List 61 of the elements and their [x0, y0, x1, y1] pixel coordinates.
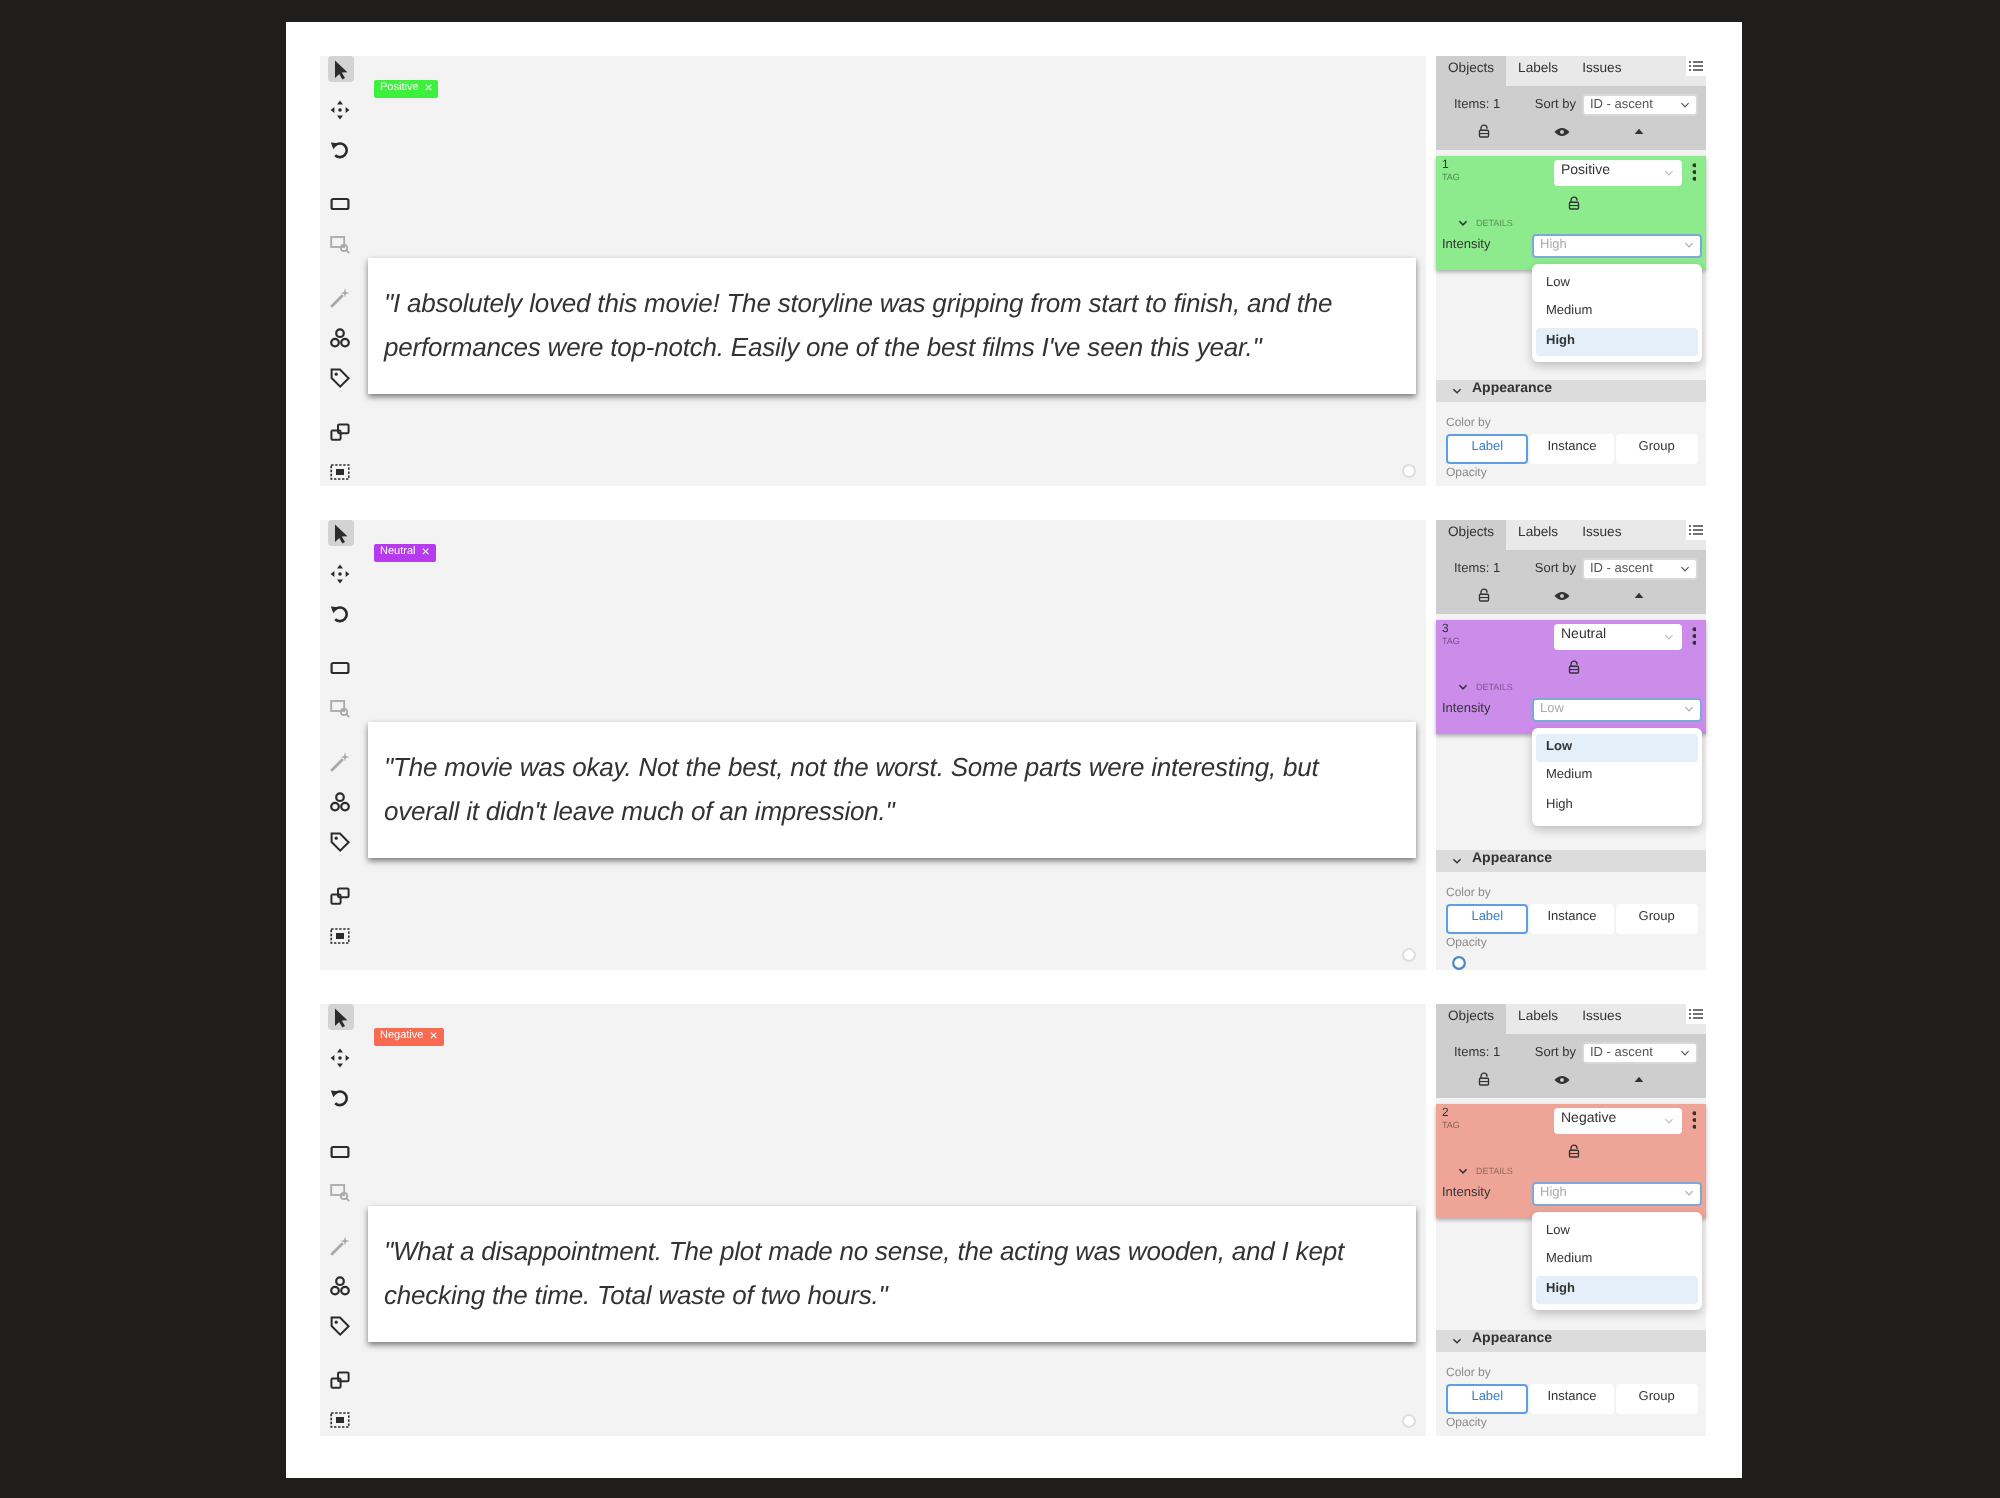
three-circles-icon[interactable] — [327, 1272, 353, 1298]
move-icon[interactable] — [327, 96, 353, 122]
kebab-menu-icon[interactable] — [1691, 162, 1696, 182]
chevron-down-icon — [1663, 1118, 1673, 1124]
caret-up-icon[interactable] — [1634, 1075, 1644, 1083]
chevron-down-icon — [1663, 170, 1673, 176]
move-icon[interactable] — [327, 1044, 353, 1070]
overlapping-squares-icon[interactable] — [327, 1366, 353, 1392]
handle-icon — [1402, 948, 1416, 962]
undo-icon[interactable] — [327, 136, 353, 162]
chevron-down-icon — [1458, 220, 1468, 226]
three-circles-icon[interactable] — [327, 324, 353, 350]
caret-up-icon[interactable] — [1634, 591, 1644, 599]
overlapping-squares-icon[interactable] — [327, 418, 353, 444]
chevron-down-icon — [1684, 706, 1694, 712]
selection-frame-icon[interactable] — [327, 458, 353, 484]
list-view-icon[interactable] — [1686, 1004, 1706, 1024]
chevron-down-icon — [1452, 1337, 1462, 1344]
overlapping-squares-icon[interactable] — [327, 882, 353, 908]
tag-icon[interactable] — [327, 828, 353, 854]
chevron-down-icon — [1680, 102, 1690, 108]
chevron-down-icon — [1684, 1190, 1694, 1196]
eye-icon[interactable] — [1553, 589, 1569, 601]
kebab-menu-icon[interactable] — [1691, 626, 1696, 646]
handle-icon — [1402, 464, 1416, 478]
kebab-menu-icon[interactable] — [1691, 1110, 1696, 1130]
tag-icon[interactable] — [327, 1312, 353, 1338]
chevron-down-icon — [1684, 242, 1694, 248]
selection-frame-icon[interactable] — [327, 922, 353, 948]
lock-icon[interactable] — [1477, 124, 1489, 138]
undo-icon[interactable] — [327, 600, 353, 626]
caret-up-icon[interactable] — [1634, 127, 1644, 135]
chevron-down-icon — [1452, 387, 1462, 394]
tag-icon[interactable] — [327, 364, 353, 390]
eye-icon[interactable] — [1553, 1073, 1569, 1085]
list-view-icon[interactable] — [1686, 56, 1706, 76]
pointer-icon[interactable] — [327, 56, 353, 82]
lock-icon[interactable] — [1477, 588, 1489, 602]
lock-icon[interactable] — [1568, 196, 1580, 210]
chevron-down-icon — [1680, 1050, 1690, 1056]
lock-icon[interactable] — [1477, 1072, 1489, 1086]
lock-icon[interactable] — [1568, 1144, 1580, 1158]
review-text: "What a disappointment. The plot made no sense, the acting was wooden, and I kept checking the time. Total waste of two hours." — [384, 1234, 1347, 1314]
chevron-down-icon — [1680, 566, 1690, 572]
handle-icon — [1402, 1414, 1416, 1428]
chevron-down-icon — [1458, 684, 1468, 690]
pointer-icon[interactable] — [327, 520, 353, 546]
move-icon[interactable] — [327, 560, 353, 586]
review-text: "I absolutely loved this movie! The storyline was gripping from start to finish, and the performances were top-notch. Easily one of the best films I've seen this year." — [384, 286, 1335, 366]
slider-thumb-icon[interactable] — [1452, 956, 1466, 970]
review-text: "The movie was okay. Not the best, not the worst. Some parts were interesting, but overall it didn't leave much of an impression." — [384, 750, 1322, 830]
pointer-icon[interactable] — [327, 1004, 353, 1030]
list-view-icon[interactable] — [1686, 520, 1706, 540]
lock-icon[interactable] — [1568, 660, 1580, 674]
three-circles-icon[interactable] — [327, 788, 353, 814]
chevron-down-icon — [1458, 1168, 1468, 1174]
eye-icon[interactable] — [1553, 125, 1569, 137]
chevron-down-icon — [1663, 634, 1673, 640]
selection-frame-icon[interactable] — [327, 1406, 353, 1432]
undo-icon[interactable] — [327, 1084, 353, 1110]
chevron-down-icon — [1452, 857, 1462, 864]
